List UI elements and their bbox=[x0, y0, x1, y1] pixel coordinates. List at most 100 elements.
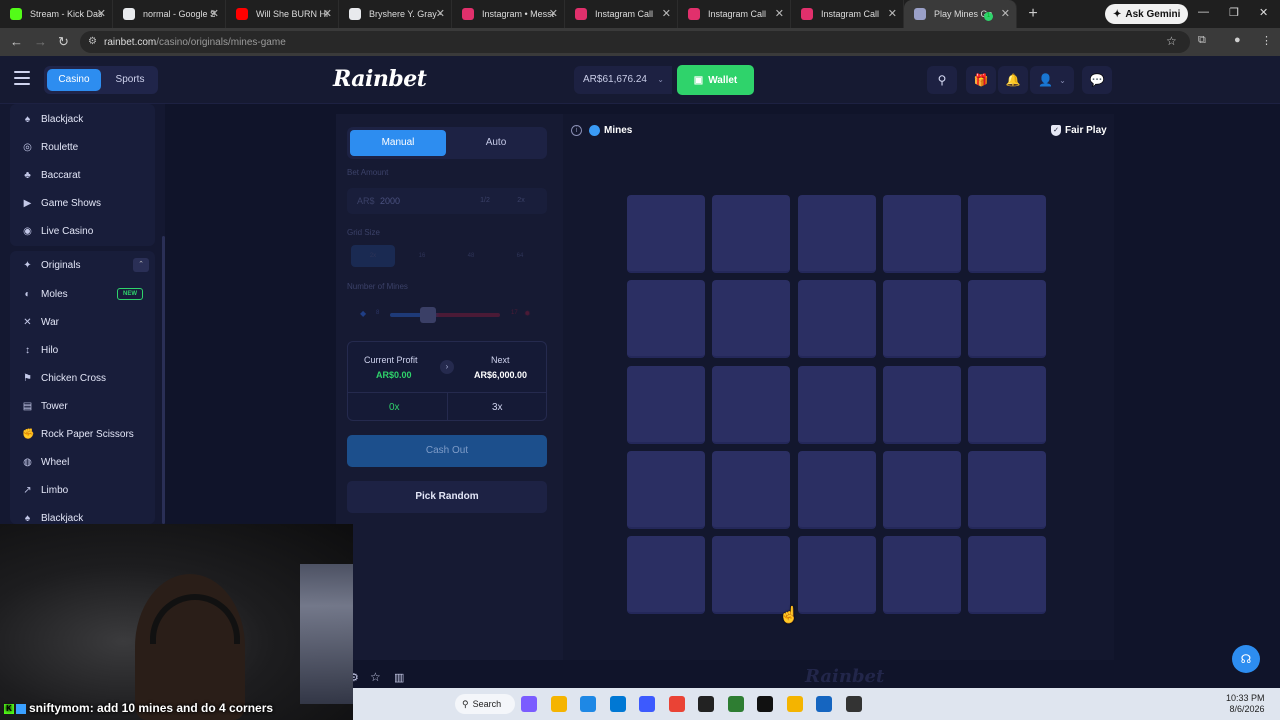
tab-close-icon[interactable]: ✕ bbox=[662, 7, 671, 20]
forward-icon[interactable]: → bbox=[34, 34, 47, 49]
rainbet-logo[interactable]: Rainbet bbox=[333, 66, 427, 92]
mine-tile[interactable] bbox=[797, 195, 876, 273]
casino-button[interactable]: Casino bbox=[47, 69, 101, 91]
sidebar-item[interactable]: ◐ Moles NEW bbox=[10, 281, 155, 307]
grid-size-option[interactable]: 64 bbox=[498, 245, 542, 267]
taskbar-app-icon[interactable] bbox=[727, 696, 744, 712]
taskbar-app-icon[interactable] bbox=[845, 696, 862, 712]
new-tab-icon[interactable]: + bbox=[1021, 5, 1045, 23]
sidebar-item[interactable]: ▤ Tower bbox=[10, 393, 155, 419]
pick-random-button[interactable]: Pick Random bbox=[347, 481, 547, 513]
taskbar-app-icon[interactable] bbox=[816, 696, 832, 712]
mine-tile[interactable] bbox=[882, 536, 961, 615]
mine-tile[interactable] bbox=[627, 365, 705, 444]
tab-close-icon[interactable]: ✕ bbox=[436, 7, 445, 20]
grid-size-option[interactable]: 2x bbox=[351, 245, 395, 267]
taskbar-app-icon[interactable] bbox=[639, 696, 655, 712]
mines-slider[interactable] bbox=[390, 313, 500, 317]
mine-tile[interactable] bbox=[882, 365, 961, 444]
browser-tab[interactable]: Play Mines Ga ✕ bbox=[904, 0, 1017, 28]
mine-tile[interactable] bbox=[712, 195, 791, 273]
mine-tile[interactable] bbox=[882, 195, 961, 273]
mine-tile[interactable] bbox=[627, 450, 705, 529]
support-headset-button[interactable]: ☊ bbox=[1232, 645, 1260, 673]
wallet-button[interactable]: ▣ Wallet bbox=[677, 65, 754, 95]
mine-tile[interactable] bbox=[797, 280, 876, 359]
mine-tile[interactable] bbox=[882, 450, 961, 529]
minimize-icon[interactable]: — bbox=[1198, 6, 1209, 18]
bet-double-button[interactable]: 2x bbox=[511, 194, 531, 208]
browser-tab[interactable]: normal - Google S ✕ bbox=[113, 0, 226, 28]
mine-tile[interactable] bbox=[712, 536, 791, 615]
taskbar-app-icon[interactable] bbox=[580, 696, 596, 712]
restore-icon[interactable]: ❐ bbox=[1229, 6, 1239, 19]
mine-tile[interactable] bbox=[797, 536, 876, 615]
taskbar-app-icon[interactable] bbox=[698, 696, 714, 712]
grid-size-option[interactable]: 16 bbox=[400, 245, 444, 267]
sidebar-item[interactable]: ✊ Rock Paper Scissors bbox=[10, 421, 155, 447]
browser-tab[interactable]: Instagram Call ✕ bbox=[678, 0, 791, 28]
bookmark-star-icon[interactable]: ☆ bbox=[1166, 34, 1177, 48]
sidebar-item[interactable]: ◍ Wheel bbox=[10, 449, 155, 475]
rewards-button[interactable]: 🎁 bbox=[966, 66, 996, 94]
tab-close-icon[interactable]: ✕ bbox=[1001, 7, 1010, 20]
mine-tile[interactable] bbox=[968, 280, 1047, 359]
browser-tab[interactable]: Bryshere Y. Gray - ✕ bbox=[339, 0, 452, 28]
sidebar-item[interactable]: ◎ Roulette bbox=[10, 134, 155, 160]
back-icon[interactable]: ← bbox=[10, 34, 23, 49]
taskbar-app-icon[interactable] bbox=[786, 696, 803, 712]
taskbar-app-icon[interactable] bbox=[609, 696, 626, 712]
search-button[interactable]: ⚲ bbox=[927, 66, 957, 94]
grid-size-option[interactable]: 48 bbox=[449, 245, 493, 267]
tab-close-icon[interactable]: ✕ bbox=[210, 7, 219, 20]
hamburger-menu-icon[interactable] bbox=[14, 71, 30, 85]
sidebar-item[interactable]: ◉ Live Casino bbox=[10, 218, 155, 244]
sidebar-item[interactable]: ▶ Game Shows bbox=[10, 190, 155, 216]
sidebar-item[interactable]: ↕ Hilo bbox=[10, 337, 155, 363]
chat-button[interactable]: 💬 bbox=[1082, 66, 1112, 94]
sidebar-item[interactable]: ♠ Blackjack bbox=[10, 106, 155, 132]
info-icon[interactable]: i bbox=[571, 125, 582, 136]
system-clock[interactable]: 10:33 PM 8/6/2026 bbox=[1226, 693, 1265, 715]
mine-tile[interactable] bbox=[882, 280, 961, 359]
tab-close-icon[interactable]: ✕ bbox=[775, 7, 784, 20]
mine-tile[interactable] bbox=[712, 450, 791, 529]
profile-icon[interactable]: ● bbox=[1234, 34, 1241, 46]
sidebar-item[interactable]: ✕ War bbox=[10, 309, 155, 335]
mine-tile[interactable] bbox=[627, 280, 705, 359]
taskbar-search[interactable]: ⚲ Search bbox=[455, 694, 515, 714]
browser-tab[interactable]: Instagram Call ✕ bbox=[791, 0, 904, 28]
ask-gemini-button[interactable]: ✦ Ask Gemini bbox=[1105, 4, 1189, 24]
mine-tile[interactable] bbox=[968, 195, 1047, 273]
tab-auto[interactable]: Auto bbox=[448, 130, 544, 156]
mine-tile[interactable] bbox=[968, 536, 1047, 615]
balance-dropdown[interactable]: AR$61,676.24 ⌄ bbox=[574, 66, 672, 94]
account-button[interactable]: 👤 ⌄ bbox=[1030, 66, 1074, 94]
sidebar-item[interactable]: ♣ Baccarat bbox=[10, 162, 155, 188]
favorite-star-icon[interactable]: ☆ bbox=[370, 670, 381, 684]
browser-tab[interactable]: Instagram Call ✕ bbox=[565, 0, 678, 28]
sports-button[interactable]: Sports bbox=[104, 69, 156, 91]
sidebar-originals-header[interactable]: ✦ Originals ⌃ bbox=[10, 252, 155, 278]
taskbar-app-icon[interactable] bbox=[757, 696, 773, 712]
fair-play-link[interactable]: Fair Play bbox=[1065, 125, 1107, 136]
taskbar-app-icon[interactable] bbox=[521, 696, 537, 712]
tab-close-icon[interactable]: ✕ bbox=[97, 7, 106, 20]
tab-close-icon[interactable]: ✕ bbox=[888, 7, 897, 20]
mine-tile[interactable] bbox=[712, 365, 791, 444]
site-info-icon[interactable]: ⚙ bbox=[88, 36, 97, 47]
stats-icon[interactable]: ▥ bbox=[394, 671, 404, 684]
reload-icon[interactable]: ↻ bbox=[58, 34, 69, 50]
browser-tab[interactable]: Will She BURN Hi ✕ bbox=[226, 0, 339, 28]
mine-tile[interactable] bbox=[627, 536, 705, 615]
notifications-button[interactable]: 🔔 bbox=[998, 66, 1028, 94]
taskbar-app-icon[interactable] bbox=[668, 696, 685, 712]
tab-close-icon[interactable]: ✕ bbox=[549, 7, 558, 20]
mine-tile[interactable] bbox=[627, 195, 705, 273]
chevron-up-icon[interactable]: ⌃ bbox=[133, 258, 149, 272]
tab-close-icon[interactable]: ✕ bbox=[323, 7, 332, 20]
mine-tile[interactable] bbox=[968, 450, 1047, 529]
sidebar-item[interactable]: ⚑ Chicken Cross bbox=[10, 365, 155, 391]
bet-half-button[interactable]: 1/2 bbox=[475, 194, 495, 208]
tab-manual[interactable]: Manual bbox=[350, 130, 446, 156]
